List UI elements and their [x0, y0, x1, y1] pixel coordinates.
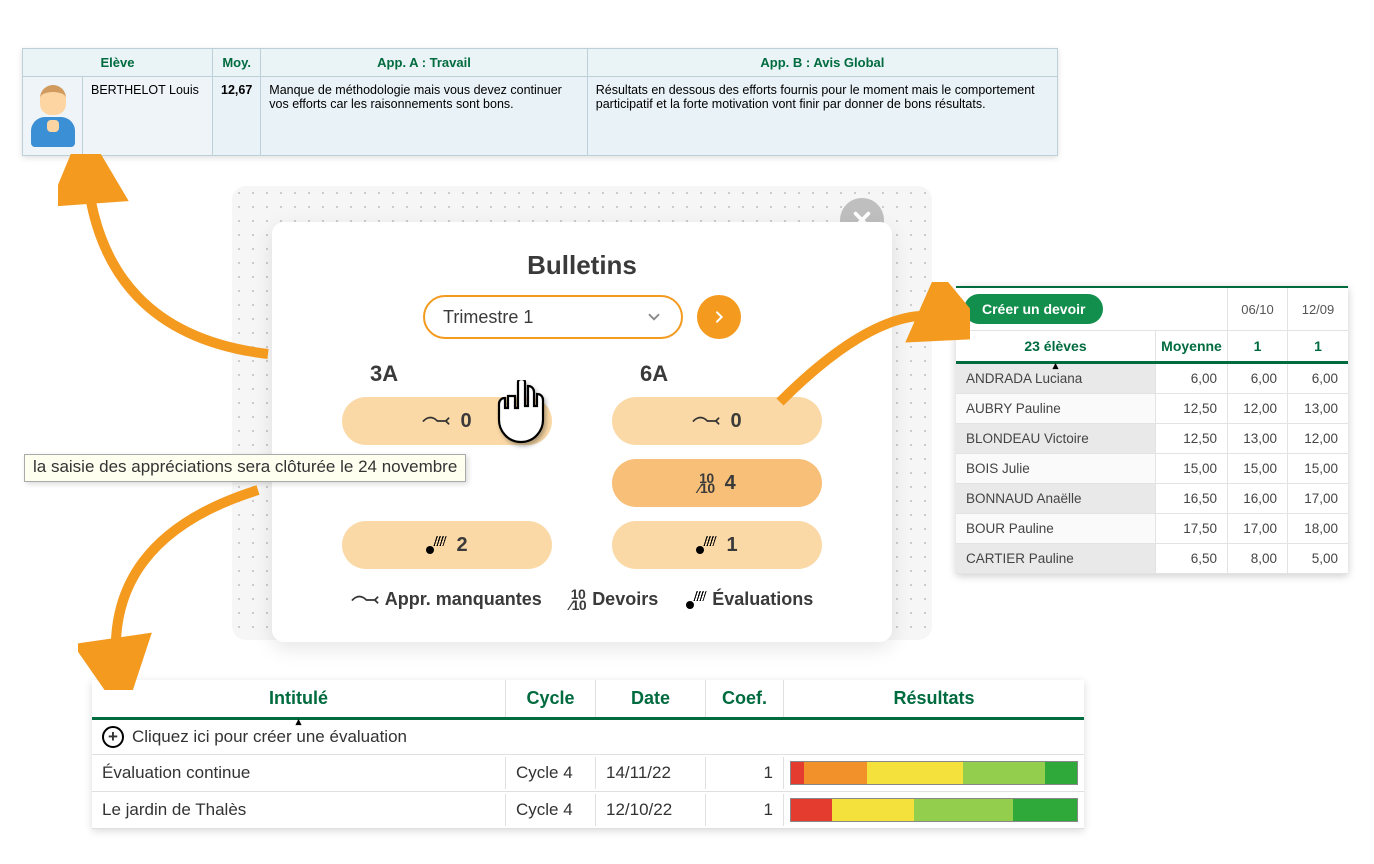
pen-icon	[351, 590, 379, 610]
grades-row[interactable]: BLONDEAU Victoire12,5013,0012,00	[956, 424, 1348, 454]
chevron-right-icon	[711, 309, 727, 325]
pill-evals-3A[interactable]: 2	[342, 521, 552, 569]
grades-table: Créer un devoir 06/10 12/09 23 élèves Mo…	[956, 286, 1348, 574]
grade-cell: 6,00	[1228, 364, 1288, 393]
col-d2[interactable]: 1	[1288, 331, 1348, 361]
arrow-to-evaluations	[78, 480, 278, 690]
student-name: BLONDEAU Victoire	[956, 424, 1156, 453]
pill-evals-6A[interactable]: 1	[612, 521, 822, 569]
moy-cell: 17,50	[1156, 514, 1228, 543]
evaluation-row[interactable]: Le jardin de ThalèsCycle 412/10/221	[92, 792, 1084, 829]
grade-cell: 18,00	[1288, 514, 1348, 543]
arrow-to-grades	[770, 282, 970, 422]
pen-icon	[422, 411, 450, 431]
bulletins-title: Bulletins	[312, 250, 852, 281]
grades-date-col-1[interactable]: 06/10	[1228, 288, 1288, 330]
moy-cell: 6,00	[1156, 364, 1228, 393]
eval-cycle: Cycle 4	[506, 757, 596, 789]
grade-cell: 17,00	[1228, 514, 1288, 543]
next-trimestre-button[interactable]	[697, 295, 741, 339]
grade-cell: 12,00	[1228, 394, 1288, 423]
grades-row[interactable]: BOIS Julie15,0015,0015,00	[956, 454, 1348, 484]
grade-cell: 15,00	[1228, 454, 1288, 483]
col-cycle[interactable]: Cycle	[506, 680, 596, 717]
student-appreciation-table: Elève Moy. App. A : Travail App. B : Avi…	[22, 48, 1058, 156]
grade-cell: 5,00	[1288, 544, 1348, 573]
eval-date: 12/10/22	[596, 794, 706, 826]
dot-lines-icon	[426, 536, 446, 554]
student-row[interactable]: BERTHELOT Louis 12,67 Manque de méthodol…	[23, 77, 1058, 156]
eval-intitule: Évaluation continue	[92, 757, 506, 789]
eval-cycle: Cycle 4	[506, 794, 596, 826]
grade-cell: 8,00	[1228, 544, 1288, 573]
grade-cell: 13,00	[1288, 394, 1348, 423]
student-name: BERTHELOT Louis	[83, 77, 213, 156]
create-evaluation-row[interactable]: +Cliquez ici pour créer une évaluation	[92, 720, 1084, 755]
col-coef[interactable]: Coef.	[706, 680, 784, 717]
arrow-to-student-table	[58, 154, 298, 374]
student-appB: Résultats en dessous des efforts fournis…	[587, 77, 1057, 156]
grades-row[interactable]: AUBRY Pauline12,5012,0013,00	[956, 394, 1348, 424]
chevron-down-icon	[645, 308, 663, 326]
grade-cell: 12,00	[1288, 424, 1348, 453]
student-name: BOUR Pauline	[956, 514, 1156, 543]
student-name: BONNAUD Anaëlle	[956, 484, 1156, 513]
eval-coef: 1	[706, 757, 784, 789]
student-name: AUBRY Pauline	[956, 394, 1156, 423]
moy-cell: 6,50	[1156, 544, 1228, 573]
eval-date: 14/11/22	[596, 757, 706, 789]
col-moyenne[interactable]: Moyenne	[1156, 331, 1228, 361]
evaluation-row[interactable]: Évaluation continueCycle 414/11/221	[92, 755, 1084, 792]
create-assignment-button[interactable]: Créer un devoir	[964, 294, 1103, 324]
col-d1[interactable]: 1	[1228, 331, 1288, 361]
col-date[interactable]: Date	[596, 680, 706, 717]
student-name: BOIS Julie	[956, 454, 1156, 483]
pill-missing-3A[interactable]: 0	[342, 397, 552, 445]
class-name: 3A	[342, 361, 552, 387]
legend: Appr. manquantes 10⁄10Devoirs Évaluation…	[312, 589, 852, 610]
col-students[interactable]: 23 élèves	[956, 331, 1156, 361]
col-eleve: Elève	[23, 49, 213, 77]
moy-cell: 12,50	[1156, 394, 1228, 423]
grades-date-col-2[interactable]: 12/09	[1288, 288, 1348, 330]
eval-intitule: Le jardin de Thalès	[92, 794, 506, 826]
dot-lines-icon	[686, 591, 706, 609]
pen-icon	[692, 411, 720, 431]
grade-cell: 15,00	[1288, 454, 1348, 483]
grade-cell: 6,00	[1288, 364, 1348, 393]
col-resultats[interactable]: Résultats	[784, 680, 1084, 717]
ten-over-ten-icon: 10⁄10	[570, 589, 586, 610]
moy-cell: 15,00	[1156, 454, 1228, 483]
grades-row[interactable]: ANDRADA Luciana6,006,006,00	[956, 364, 1348, 394]
col-moy: Moy.	[213, 49, 261, 77]
grade-cell: 17,00	[1288, 484, 1348, 513]
moy-cell: 12,50	[1156, 424, 1228, 453]
tooltip: la saisie des appréciations sera clôturé…	[24, 454, 466, 482]
ten-over-ten-icon: 10⁄10	[698, 473, 714, 494]
evaluations-table: Intitulé Cycle Date Coef. Résultats +Cli…	[92, 680, 1084, 829]
dot-lines-icon	[696, 536, 716, 554]
student-moy: 12,67	[213, 77, 261, 156]
grades-row[interactable]: BOUR Pauline17,5017,0018,00	[956, 514, 1348, 544]
trimestre-select[interactable]: Trimestre 1	[423, 295, 683, 339]
col-appA: App. A : Travail	[261, 49, 587, 77]
pill-devoirs-6A[interactable]: 10⁄10 4	[612, 459, 822, 507]
grades-row[interactable]: BONNAUD Anaëlle16,5016,0017,00	[956, 484, 1348, 514]
plus-icon: +	[102, 726, 124, 748]
moy-cell: 16,50	[1156, 484, 1228, 513]
grade-cell: 13,00	[1228, 424, 1288, 453]
results-bar	[790, 761, 1078, 785]
grades-row[interactable]: CARTIER Pauline6,508,005,00	[956, 544, 1348, 574]
results-bar	[790, 798, 1078, 822]
student-avatar	[23, 77, 83, 156]
eval-coef: 1	[706, 794, 784, 826]
trimestre-value: Trimestre 1	[443, 307, 533, 328]
col-appB: App. B : Avis Global	[587, 49, 1057, 77]
student-name: CARTIER Pauline	[956, 544, 1156, 573]
grade-cell: 16,00	[1228, 484, 1288, 513]
student-appA: Manque de méthodologie mais vous devez c…	[261, 77, 587, 156]
